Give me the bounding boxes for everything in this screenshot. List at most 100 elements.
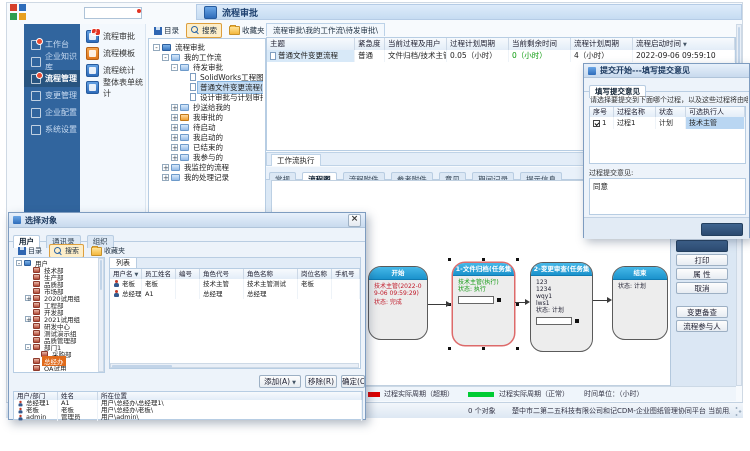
selected-row[interactable]: admin 管理员 用户\admin\ (14, 414, 362, 421)
search-button[interactable]: 搜索 (49, 244, 84, 258)
dialog-title-bar[interactable]: 提交开始---填写提交意见 (584, 64, 749, 78)
expander-icon[interactable] (171, 144, 178, 151)
expander-icon[interactable] (162, 164, 169, 171)
favorites-button[interactable]: 收藏夹 (224, 23, 270, 38)
print-button[interactable]: 打印 (676, 254, 728, 266)
opinion-label: 过程提交意见: (589, 168, 633, 178)
col-remaining-time[interactable]: 当前剩余时间 (509, 38, 571, 50)
dialog-confirm-button[interactable] (701, 223, 743, 236)
nav-item-process-management[interactable]: 流程管理 (24, 70, 80, 87)
tree-scrollbar[interactable] (98, 258, 104, 372)
expander-icon[interactable] (153, 44, 160, 51)
tree-item[interactable]: 已结束的 (151, 142, 263, 152)
tree-node-icon (33, 281, 40, 287)
checkbox-checked[interactable] (593, 120, 600, 127)
ok-button[interactable]: 确定(O) (341, 375, 365, 388)
dialog-title-bar[interactable]: 选择对象 (9, 213, 365, 228)
col-flow-period[interactable]: 流程计划周期 (571, 38, 633, 50)
module-search-input[interactable] (84, 7, 142, 19)
tree-item[interactable]: 我的工作流 (151, 52, 263, 62)
user-row[interactable]: 总经理1 A1 总经理 总经理 (110, 289, 360, 299)
workflow-exec-tab[interactable]: 工作流执行 (271, 154, 321, 166)
selected-row[interactable]: 老板 老板 用户\总经办\老板\ (14, 407, 362, 414)
expander-icon[interactable] (16, 260, 22, 266)
change-ref-button[interactable]: 变更备查 (676, 306, 728, 318)
expander-icon[interactable] (25, 295, 31, 301)
selection-handle[interactable] (482, 258, 485, 261)
tree-node-icon (33, 323, 40, 329)
scrollbar-thumb[interactable] (100, 260, 102, 290)
highlighted-action-button[interactable] (676, 240, 728, 252)
dialog-footer (584, 217, 749, 239)
expander-icon[interactable] (162, 174, 169, 181)
tree-item[interactable]: 我审批的 (151, 112, 263, 122)
user-row[interactable]: 老板 老板 技术主管 技术主管测试 老板 (110, 279, 360, 289)
flow-node-archive[interactable]: 1-文件归档(任务集 技术主管(执行) 状态: 执行 (452, 262, 515, 346)
scrollbar-thumb[interactable] (112, 365, 172, 368)
catalog-button[interactable]: 目录 (149, 23, 184, 38)
selection-handle[interactable] (482, 347, 485, 350)
flow-node-review[interactable]: 2-变更审查(任务集 123 1234 wqy1 lws1 状态: 计划 (530, 262, 593, 352)
expander-icon[interactable] (171, 134, 178, 141)
favorites-button[interactable]: 收藏夹 (86, 244, 130, 258)
module-item-form-stats[interactable]: 整体表单统计 (80, 79, 145, 96)
breadcrumb[interactable]: 流程审批\我的工作流\待发审批\ (266, 23, 385, 36)
catalog-button[interactable]: 目录 (13, 244, 47, 258)
legend-overdue-label: 过程实际周期（超期） (384, 389, 454, 399)
executor-cell[interactable]: 技术主管 (686, 117, 745, 129)
tree-item[interactable]: 流程审批 (151, 42, 263, 52)
col-start-time[interactable]: 流程启动时间 (633, 38, 735, 50)
tree-item[interactable]: 我监控的流程 (151, 162, 263, 172)
search-button[interactable]: 搜索 (186, 23, 222, 38)
table-row[interactable]: 普通文件变更流程 普通 文件归档/技术主管 0.05（小时） 0（小时） 4（小… (267, 50, 735, 62)
col-subject[interactable]: 主题 (267, 38, 355, 50)
selection-handle[interactable] (516, 347, 519, 350)
process-approval-title-icon (204, 6, 217, 19)
opinion-textarea[interactable]: 同意 (589, 178, 746, 215)
selection-handle[interactable] (516, 303, 519, 306)
tree-item[interactable]: 我的处理记录 (151, 172, 263, 182)
nav-item-enterprise-config[interactable]: 企业配置 (24, 104, 80, 121)
tree-item[interactable]: SolidWorks工程图审批流程(1) (151, 72, 263, 82)
selection-handle[interactable] (448, 258, 451, 261)
flow-node-start[interactable]: 开始 技术主管(2022-09-06 09:59:29) 状态: 完成 (368, 266, 428, 340)
expander-icon[interactable] (171, 114, 178, 121)
remove-button[interactable]: 移除(R) (305, 375, 337, 388)
cancel-button[interactable]: 取消 (676, 282, 728, 294)
expander-icon[interactable] (171, 64, 178, 71)
tree-item[interactable]: 普通文件变更流程(1) (151, 82, 263, 92)
nav-item-system-settings[interactable]: 系统设置 (24, 121, 80, 138)
expander-icon[interactable] (25, 316, 31, 322)
selected-row[interactable]: 总经理1 A1 用户\总经办\总经理1\ (14, 400, 362, 407)
nav-item-change-management[interactable]: 变更管理 (24, 87, 80, 104)
selection-handle[interactable] (516, 258, 519, 261)
disk-icon (18, 247, 26, 255)
process-row[interactable]: 1 过程1 计划 技术主管 (590, 117, 745, 129)
col-current-process[interactable]: 当前过程及用户 (385, 38, 447, 50)
col-planned-period[interactable]: 过程计划周期 (447, 38, 509, 50)
module-item-process-approval[interactable]: 1 流程审批 (80, 28, 145, 45)
tree-item[interactable]: 设计审批与计划审批流程(1) (151, 92, 263, 102)
page-title-bar: 流程审批 (196, 4, 742, 20)
participants-button[interactable]: 流程参与人 (676, 320, 728, 332)
scrollbar-thumb[interactable] (738, 27, 740, 67)
tree-item[interactable]: 我参与的 (151, 152, 263, 162)
nav-item-knowledge-base[interactable]: 企业知识库 (24, 53, 80, 70)
close-icon[interactable] (348, 214, 361, 227)
list-h-scrollbar[interactable] (110, 363, 359, 368)
col-urgency[interactable]: 紧急度 (355, 38, 385, 50)
flow-node-end[interactable]: 结束 状态: 计划 (612, 266, 668, 340)
expander-icon[interactable] (171, 154, 178, 161)
module-item-process-template[interactable]: 流程模板 (80, 45, 145, 62)
expander-icon[interactable] (25, 344, 31, 350)
properties-button[interactable]: 属 性 (676, 268, 728, 280)
tree-item[interactable]: 我启动的 (151, 132, 263, 142)
selection-handle[interactable] (448, 347, 451, 350)
tree-item[interactable]: 待发审批 (151, 62, 263, 72)
tree-item[interactable]: 待启动 (151, 122, 263, 132)
expander-icon[interactable] (162, 54, 169, 61)
expander-icon[interactable] (171, 104, 178, 111)
expander-icon[interactable] (171, 124, 178, 131)
tree-item[interactable]: 抄送给我的 (151, 102, 263, 112)
add-button[interactable]: 添加(A) (259, 375, 301, 388)
